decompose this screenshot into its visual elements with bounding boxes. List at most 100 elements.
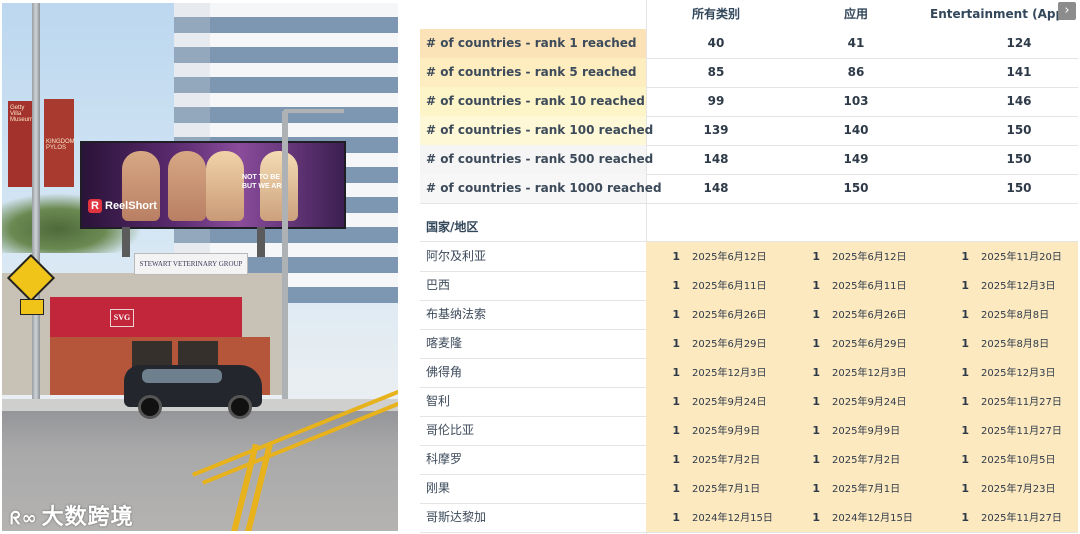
rank-value-all: 99: [707, 94, 725, 108]
first-rank-cell: 1 2025年7月1日: [798, 474, 900, 503]
rank-row: # of countries - rank 5 reached 85 86 141: [420, 58, 1078, 88]
storefront-sign: SVG: [110, 309, 134, 327]
rank-number: 1: [961, 337, 969, 350]
first-rank-cell: 1 2025年11月27日: [947, 503, 1062, 532]
rank-value-all: 40: [707, 36, 725, 50]
rank-date: 2025年6月29日: [692, 339, 767, 350]
rank-date: 2025年11月27日: [981, 426, 1062, 437]
country-row[interactable]: 阿尔及利亚 1 2025年6月12日 1 2025年6月12日 1 2025年11月20日: [420, 242, 1078, 272]
logo-icon: ᖇ∞: [10, 508, 38, 529]
country-row[interactable]: 哥伦比亚 1 2025年9月9日 1 2025年9月9日 1 2025年11月27日: [420, 416, 1078, 446]
first-rank-cell: 1 2025年6月11日: [658, 271, 766, 300]
country-row[interactable]: 科摩罗 1 2025年7月2日 1 2025年7月2日 1 2025年10月5日: [420, 445, 1078, 475]
billboard-post: [257, 227, 265, 257]
rank-number: 1: [961, 308, 969, 321]
billboard-face: [168, 151, 206, 221]
rank-number: 1: [672, 482, 680, 495]
first-rank-cell: 1 2025年12月3日: [947, 358, 1056, 387]
column-header-apps[interactable]: 应用: [786, 0, 926, 28]
rank-date: 2025年10月5日: [981, 455, 1056, 466]
country-name: 智利: [426, 394, 451, 408]
country-row[interactable]: 刚果 1 2025年7月1日 1 2025年7月1日 1 2025年7月23日: [420, 474, 1078, 504]
rank-number: 1: [672, 424, 680, 437]
ranking-table: 所有类别 应用 Entertainment (Appli # of countr…: [420, 0, 1080, 534]
first-rank-cell: 1 2025年9月24日: [658, 387, 766, 416]
rank-number: 1: [812, 482, 820, 495]
rank-number: 1: [961, 511, 969, 524]
billboard-brand-text: ReelShort: [105, 200, 157, 212]
country-row[interactable]: 哥斯达黎加 1 2024年12月15日 1 2024年12月15日 1 2025年11月27…: [420, 503, 1078, 533]
rank-number: 1: [672, 337, 680, 350]
street-banner-right: KINGDOM PYLOS: [44, 99, 75, 187]
rank-date: 2024年12月15日: [832, 513, 913, 524]
country-name: 刚果: [426, 481, 451, 495]
billboard-post: [122, 227, 130, 257]
rank-value-entertainment: 146: [1006, 94, 1032, 108]
rank-value-entertainment: 141: [1006, 65, 1032, 79]
rank-value-apps: 150: [843, 181, 869, 195]
watermark: ᖇ∞ 大数跨境: [10, 499, 134, 531]
rank-value-apps: 149: [843, 152, 869, 166]
country-row[interactable]: 布基纳法索 1 2025年6月26日 1 2025年6月26日 1 2025年8月8日: [420, 300, 1078, 330]
rank-number: 1: [812, 308, 820, 321]
country-name: 哥斯达黎加: [426, 510, 487, 524]
street-lamp: [282, 111, 288, 401]
country-name: 布基纳法索: [426, 307, 487, 321]
rank-date: 2025年6月26日: [692, 310, 767, 321]
rank-date: 2025年12月3日: [981, 368, 1056, 379]
rank-number: 1: [961, 250, 969, 263]
street-pole: [32, 3, 40, 423]
arrow-sign: [20, 299, 44, 315]
rank-date: 2025年12月3日: [692, 368, 767, 379]
billboard-face: [206, 151, 244, 221]
rank-number: 1: [812, 511, 820, 524]
rank-number: 1: [961, 482, 969, 495]
first-rank-cell: 1 2025年11月27日: [947, 387, 1062, 416]
first-rank-cell: 1 2025年12月3日: [947, 271, 1055, 300]
column-header-entertainment[interactable]: Entertainment (Appli: [926, 0, 1074, 28]
country-row[interactable]: 智利 1 2025年9月24日 1 2025年9月24日 1 2025年11月27日: [420, 387, 1078, 417]
section-row: [420, 203, 1078, 242]
first-rank-cell: 1 2025年6月12日: [798, 242, 906, 271]
rank-row-label: # of countries - rank 5 reached: [420, 58, 646, 87]
country-name: 佛得角: [426, 365, 463, 379]
rank-number: 1: [812, 453, 820, 466]
rank-number: 1: [961, 395, 969, 408]
first-rank-cell: 1 2025年10月5日: [947, 445, 1056, 474]
rank-number: 1: [812, 250, 820, 263]
car-wheel: [138, 395, 162, 419]
chevron-right-icon[interactable]: ›: [1058, 2, 1076, 20]
billboard-tagline: NOT TO BE BUT WE ARE: [242, 174, 287, 190]
car-wheel: [228, 395, 252, 419]
vet-sign: STEWART VETERINARY GROUP: [134, 253, 248, 275]
country-name: 喀麦隆: [426, 336, 463, 350]
rank-row-label: # of countries - rank 10 reached: [420, 87, 646, 116]
street-photo: NOT TO BE BUT WE ARE R ReelShort Getty Vi…: [2, 3, 398, 531]
rank-row-label: # of countries - rank 1000 reached: [420, 174, 662, 203]
country-row[interactable]: 佛得角 1 2025年12月3日 1 2025年12月3日 1 2025年12月3日: [420, 358, 1078, 388]
column-header-all-categories[interactable]: 所有类别: [646, 0, 786, 28]
rank-number: 1: [672, 308, 680, 321]
rank-number: 1: [812, 424, 820, 437]
first-rank-cell: 1 2025年7月23日: [947, 474, 1056, 503]
rank-number: 1: [672, 366, 680, 379]
rank-number: 1: [812, 395, 820, 408]
country-row[interactable]: 巴西 1 2025年6月11日 1 2025年6月11日 1 2025年12月3日: [420, 271, 1078, 301]
country-name: 哥伦比亚: [426, 423, 475, 437]
billboard: NOT TO BE BUT WE ARE R ReelShort: [80, 141, 346, 229]
rank-number: 1: [961, 453, 969, 466]
rank-value-all: 148: [703, 152, 729, 166]
first-rank-cell: 1 2025年11月20日: [947, 242, 1062, 271]
rank-date: 2025年7月23日: [981, 484, 1056, 495]
rank-value-all: 85: [707, 65, 725, 79]
rank-value-entertainment: 124: [1006, 36, 1032, 50]
car-window: [142, 369, 222, 383]
country-row[interactable]: 喀麦隆 1 2025年6月29日 1 2025年6月29日 1 2025年8月8日: [420, 329, 1078, 359]
country-name: 科摩罗: [426, 452, 463, 466]
rank-row: # of countries - rank 500 reached 148 149 1…: [420, 145, 1078, 175]
rank-date: 2024年12月15日: [692, 513, 773, 524]
first-rank-cell: 1 2025年6月11日: [798, 271, 906, 300]
rank-number: 1: [672, 453, 680, 466]
rank-number: 1: [672, 395, 680, 408]
rank-number: 1: [812, 366, 820, 379]
